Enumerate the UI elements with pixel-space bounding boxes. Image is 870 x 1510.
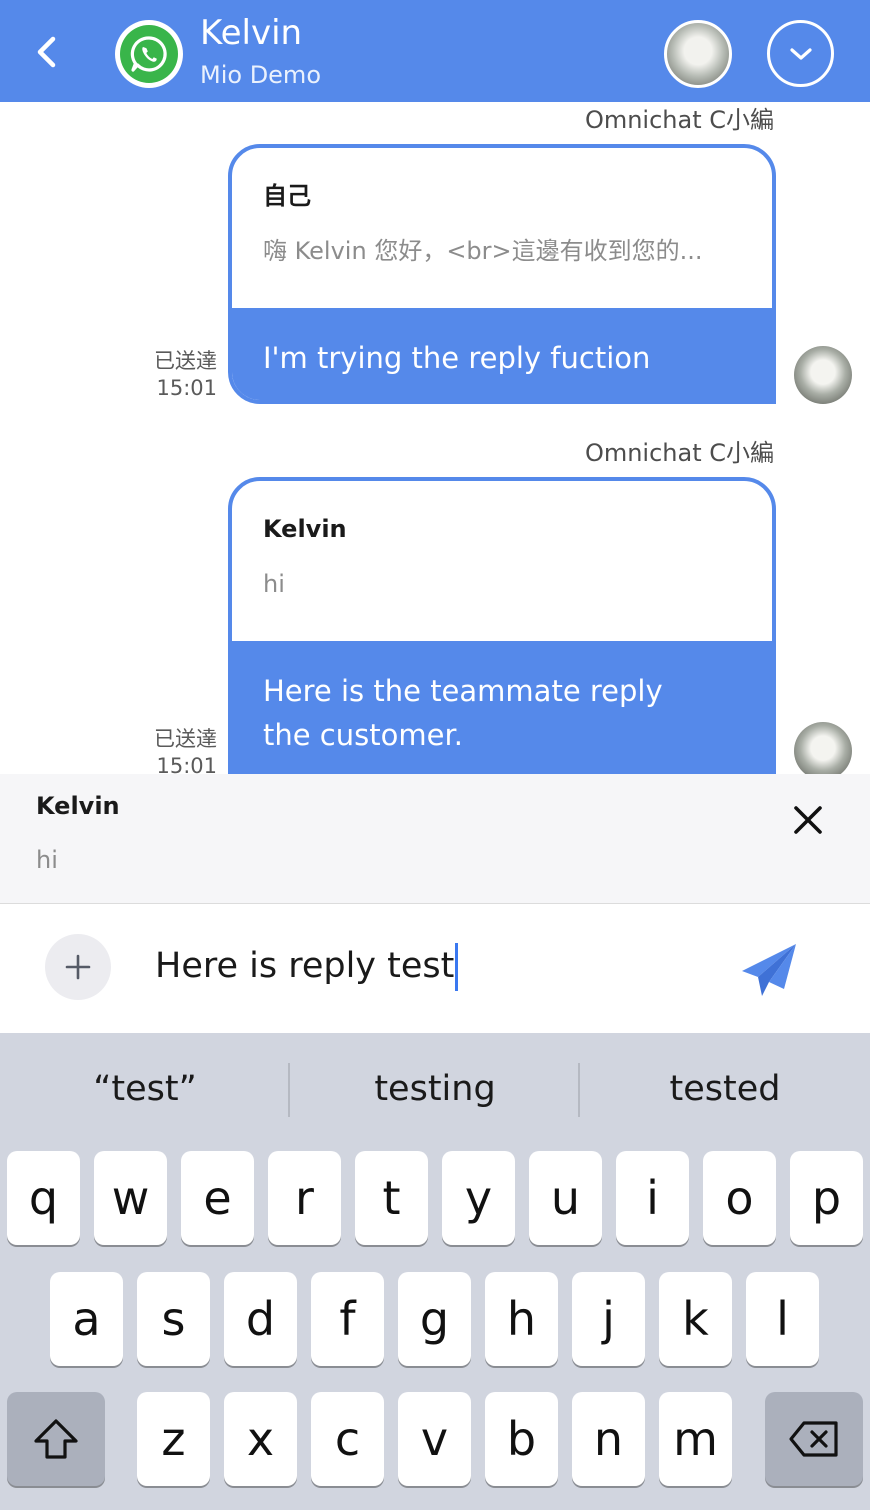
key-i[interactable]: i: [616, 1151, 689, 1245]
key-m[interactable]: m: [659, 1392, 732, 1486]
suggestion-item[interactable]: testing: [290, 1059, 580, 1119]
message-status: 已送達 15:01: [154, 348, 217, 402]
message-sender: Omnichat C小編: [584, 439, 774, 467]
delivery-status: 已送達: [154, 727, 217, 751]
key-s[interactable]: s: [137, 1272, 210, 1366]
key-e[interactable]: e: [181, 1151, 254, 1245]
chevron-left-icon: [37, 36, 56, 68]
key-g[interactable]: g: [398, 1272, 471, 1366]
key-q[interactable]: q: [7, 1151, 80, 1245]
sender-avatar: [794, 722, 852, 774]
key-r[interactable]: r: [268, 1151, 341, 1245]
message-input-text: Here is reply test: [155, 946, 455, 986]
key-b[interactable]: b: [485, 1392, 558, 1486]
sender-avatar: [794, 346, 852, 404]
message-time: 15:01: [156, 376, 217, 400]
key-o[interactable]: o: [703, 1151, 776, 1245]
delivery-status: 已送達: [154, 349, 217, 373]
back-button[interactable]: [26, 30, 66, 74]
quoted-sender: 自己: [263, 182, 311, 210]
close-icon: [794, 806, 822, 834]
quoted-message[interactable]: 自己 嗨 Kelvin 您好，<br>這邊有收到您的...: [232, 148, 772, 288]
key-l[interactable]: l: [746, 1272, 819, 1366]
reply-preview-bar: Kelvin hi: [0, 774, 870, 904]
text-caret: [455, 943, 459, 991]
key-k[interactable]: k: [659, 1272, 732, 1366]
quoted-sender: Kelvin: [263, 515, 347, 543]
key-d[interactable]: d: [224, 1272, 297, 1366]
paper-plane-icon: [742, 944, 796, 996]
key-z[interactable]: z: [137, 1392, 210, 1486]
quoted-message[interactable]: Kelvin hi: [232, 481, 772, 621]
cancel-reply-button[interactable]: [786, 798, 830, 842]
message-bubble[interactable]: Kelvin hi Here is the teammate reply the…: [228, 477, 776, 774]
message-bubble[interactable]: 自己 嗨 Kelvin 您好，<br>這邊有收到您的... I'm trying…: [228, 144, 776, 404]
send-button[interactable]: [738, 941, 800, 1001]
agent-avatar[interactable]: [664, 20, 732, 88]
whatsapp-channel-badge: [115, 20, 183, 88]
onscreen-keyboard: “test” testing tested q w e r t y u i o …: [0, 1033, 870, 1510]
suggestion-bar: “test” testing tested: [0, 1033, 870, 1147]
quoted-text: 嗨 Kelvin 您好，<br>這邊有收到您的...: [263, 237, 703, 265]
shift-key[interactable]: [7, 1392, 105, 1486]
key-a[interactable]: a: [50, 1272, 123, 1366]
key-y[interactable]: y: [442, 1151, 515, 1245]
message-list[interactable]: Omnichat C小編 自己 嗨 Kelvin 您好，<br>這邊有收到您的.…: [0, 102, 870, 774]
message-status: 已送達 15:01: [154, 726, 217, 774]
whatsapp-icon: [130, 36, 167, 72]
key-j[interactable]: j: [572, 1272, 645, 1366]
reply-text: Here is the teammate reply the customer.: [232, 641, 772, 774]
suggestion-item[interactable]: tested: [580, 1059, 870, 1119]
header-menu-button[interactable]: [767, 20, 834, 87]
key-p[interactable]: p: [790, 1151, 863, 1245]
message-sender: Omnichat C小編: [584, 106, 774, 134]
key-w[interactable]: w: [94, 1151, 167, 1245]
key-x[interactable]: x: [224, 1392, 297, 1486]
backspace-icon: [789, 1421, 838, 1457]
key-f[interactable]: f: [311, 1272, 384, 1366]
chevron-down-icon: [789, 47, 812, 60]
key-t[interactable]: t: [355, 1151, 428, 1245]
reply-preview-text: hi: [36, 846, 58, 874]
key-n[interactable]: n: [572, 1392, 645, 1486]
message-time: 15:01: [156, 754, 217, 774]
key-u[interactable]: u: [529, 1151, 602, 1245]
quoted-text: hi: [263, 570, 285, 598]
contact-name: Kelvin: [200, 13, 303, 53]
key-c[interactable]: c: [311, 1392, 384, 1486]
reply-preview-name: Kelvin: [36, 792, 120, 820]
attach-button[interactable]: [45, 934, 111, 1000]
suggestion-item[interactable]: “test”: [0, 1059, 290, 1119]
key-h[interactable]: h: [485, 1272, 558, 1366]
plus-icon: [65, 954, 91, 980]
key-v[interactable]: v: [398, 1392, 471, 1486]
contact-subtitle: Mio Demo: [200, 61, 321, 89]
shift-arrow-icon: [34, 1419, 78, 1459]
chat-header: Kelvin Mio Demo: [0, 0, 870, 102]
message-composer: Here is reply test: [0, 905, 870, 1033]
message-input[interactable]: Here is reply test: [155, 943, 459, 991]
reply-text: I'm trying the reply fuction: [232, 308, 772, 400]
backspace-key[interactable]: [765, 1392, 863, 1486]
